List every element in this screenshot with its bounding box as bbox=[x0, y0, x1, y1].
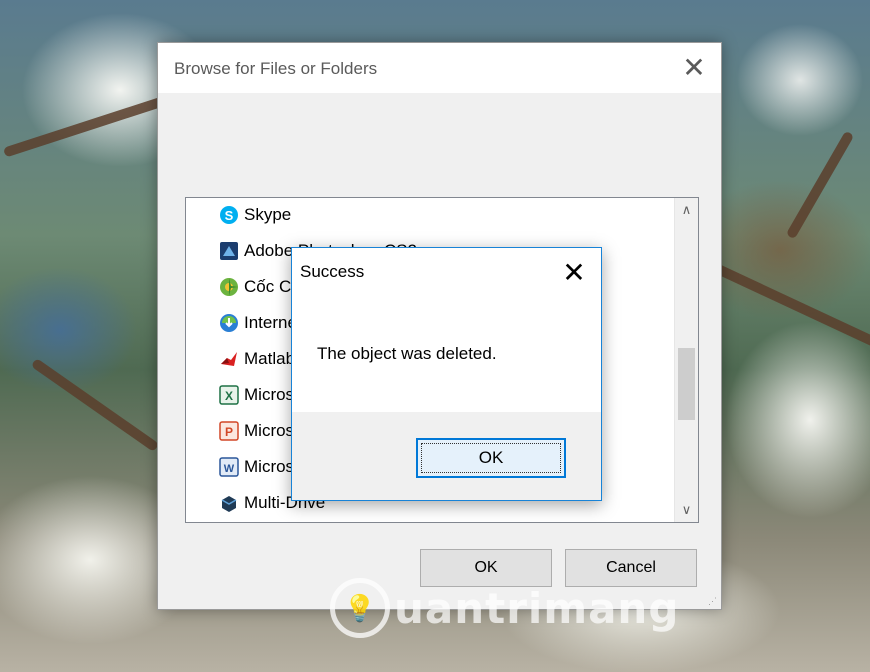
message-box-close-button[interactable]: ✕ bbox=[557, 256, 591, 290]
message-ok-button[interactable]: OK bbox=[416, 438, 566, 478]
coccoc-icon bbox=[219, 277, 239, 297]
tree-item-label: Skype bbox=[244, 204, 292, 224]
excel-icon: X bbox=[219, 384, 239, 405]
svg-text:P: P bbox=[225, 425, 233, 439]
focus-rectangle bbox=[421, 443, 561, 473]
matlab-icon bbox=[219, 349, 239, 369]
scroll-thumb[interactable] bbox=[678, 348, 695, 420]
resize-grip-icon[interactable]: ⋰ bbox=[708, 596, 718, 606]
svg-text:W: W bbox=[224, 463, 235, 475]
dialog-title: Browse for Files or Folders bbox=[174, 59, 378, 78]
message-box-title: Success bbox=[300, 262, 365, 281]
tree-item-label: Matlab bbox=[244, 348, 296, 368]
message-text: The object was deleted. bbox=[317, 344, 497, 363]
watermark: 💡 uantrimang bbox=[330, 578, 679, 638]
branch-decor bbox=[30, 357, 160, 453]
message-box-footer: OK bbox=[292, 412, 601, 500]
watermark-text: uantrimang bbox=[394, 583, 680, 633]
branch-decor bbox=[785, 130, 855, 240]
skype-icon: S bbox=[219, 205, 239, 225]
photoshop-icon bbox=[219, 241, 239, 261]
scroll-down-button[interactable]: ∨ bbox=[675, 498, 698, 522]
scroll-up-button[interactable]: ∧ bbox=[675, 198, 698, 222]
powerpoint-icon: P bbox=[219, 420, 239, 441]
svg-text:X: X bbox=[225, 389, 233, 403]
tree-scrollbar[interactable]: ∧ ∨ bbox=[674, 198, 698, 522]
branch-decor bbox=[706, 260, 870, 350]
branch-decor bbox=[2, 92, 178, 158]
dialog-close-button[interactable]: ✕ bbox=[677, 51, 711, 85]
lightbulb-icon: 💡 bbox=[330, 578, 390, 638]
idm-icon bbox=[219, 313, 239, 333]
svg-text:S: S bbox=[225, 208, 234, 223]
tree-item-skype[interactable]: S Skype bbox=[219, 198, 659, 231]
multidrive-icon bbox=[219, 493, 239, 513]
dialog-titlebar: Browse for Files or Folders ✕ bbox=[158, 43, 721, 93]
success-message-box: Success ✕ The object was deleted. OK bbox=[291, 247, 602, 501]
word-icon: W bbox=[219, 456, 239, 477]
